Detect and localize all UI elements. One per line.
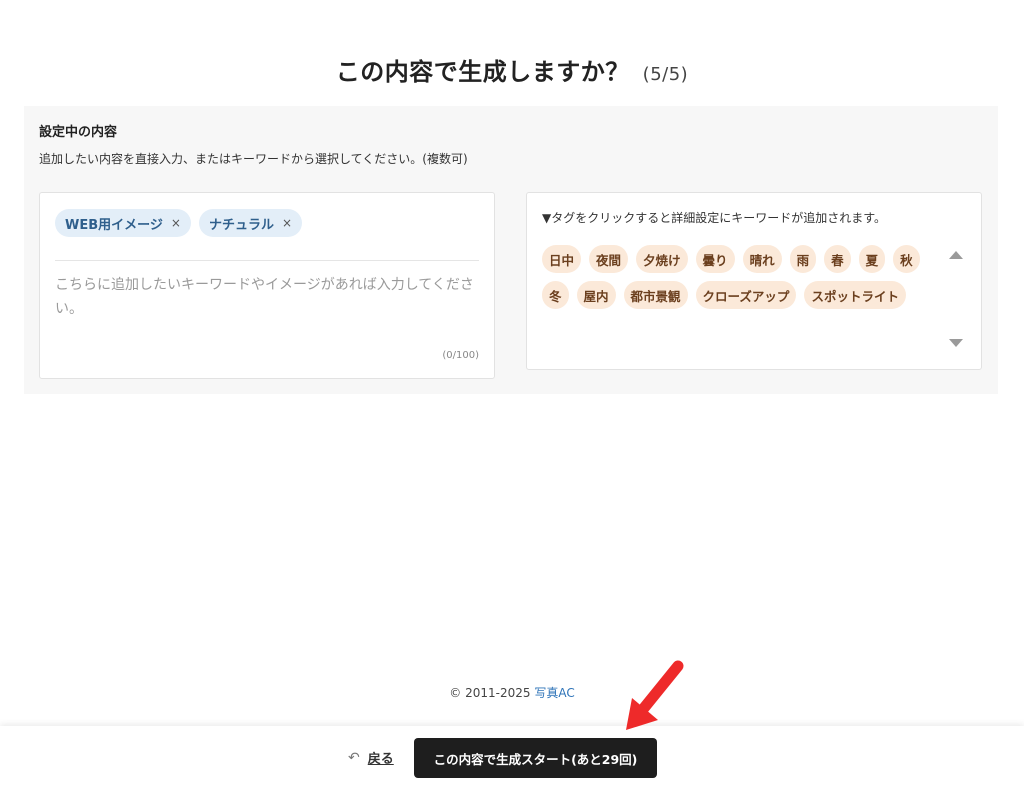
section-description: 追加したい内容を直接入力、またはキーワードから選択してください。(複数可) — [39, 152, 468, 166]
back-button[interactable]: ↶ 戻る — [348, 748, 394, 768]
tag-closeup[interactable]: クローズアップ — [695, 281, 797, 309]
selected-chips: WEB用イメージ × ナチュラル × — [55, 209, 303, 237]
tag-summer[interactable]: 夏 — [858, 245, 886, 273]
tag-box: ▼タグをクリックすると詳細設定にキーワードが追加されます。 日中 夜間 夕焼け … — [526, 192, 982, 370]
copyright: © 2011-2025 写真AC — [0, 684, 1024, 701]
red-arrow-icon — [626, 660, 684, 730]
tag-rain[interactable]: 雨 — [789, 245, 817, 273]
chip-remove-icon[interactable]: × — [282, 216, 292, 230]
tag-indoor[interactable]: 屋内 — [576, 281, 616, 309]
chip-label: WEB用イメージ — [65, 217, 163, 233]
tag-daytime[interactable]: 日中 — [542, 245, 582, 273]
tag-spotlight[interactable]: スポットライト — [804, 281, 906, 309]
char-counter: (0/100) — [442, 350, 479, 361]
divider — [55, 260, 479, 261]
chip-remove-icon[interactable]: × — [171, 216, 181, 230]
scroll-up-icon[interactable] — [949, 251, 963, 259]
tag-sunset[interactable]: 夕焼け — [636, 245, 688, 273]
undo-icon: ↶ — [348, 749, 360, 766]
scroll-down-icon[interactable] — [949, 339, 963, 347]
settings-panel: 設定中の内容 追加したい内容を直接入力、またはキーワードから選択してください。(… — [24, 106, 998, 394]
tag-autumn[interactable]: 秋 — [893, 245, 920, 273]
tag-sunny[interactable]: 晴れ — [742, 245, 782, 273]
tag-winter[interactable]: 冬 — [542, 281, 569, 309]
tag-list: 日中 夜間 夕焼け 曇り 晴れ 雨 春 夏 秋 冬 屋内 都市景観 クローズアッ… — [542, 245, 932, 309]
section-title: 設定中の内容 — [39, 125, 118, 140]
tag-cloudy[interactable]: 曇り — [695, 245, 735, 273]
tag-cityscape[interactable]: 都市景観 — [623, 281, 688, 309]
chip-web-image: WEB用イメージ × — [55, 209, 191, 237]
step-indicator: (5/5) — [642, 64, 689, 85]
page-title: この内容で生成しますか？ (5/5) — [0, 52, 1024, 87]
copyright-text: © 2011-2025 — [449, 686, 531, 700]
tag-night[interactable]: 夜間 — [589, 245, 629, 273]
page-title-text: この内容で生成しますか？ — [335, 58, 630, 86]
chip-natural: ナチュラル × — [198, 209, 303, 237]
tag-hint: ▼タグをクリックすると詳細設定にキーワードが追加されます。 — [542, 211, 887, 225]
tag-spring[interactable]: 春 — [824, 245, 851, 273]
back-label: 戻る — [367, 752, 394, 767]
keyword-box: WEB用イメージ × ナチュラル × (0/100) — [39, 192, 495, 379]
brand-link[interactable]: 写真AC — [534, 686, 574, 700]
chip-label: ナチュラル — [208, 217, 274, 233]
bottom-action-bar: ↶ 戻る この内容で生成スタート(あと29回) — [0, 726, 1024, 794]
keyword-input[interactable] — [55, 273, 481, 343]
start-generation-button[interactable]: この内容で生成スタート(あと29回) — [414, 738, 657, 778]
